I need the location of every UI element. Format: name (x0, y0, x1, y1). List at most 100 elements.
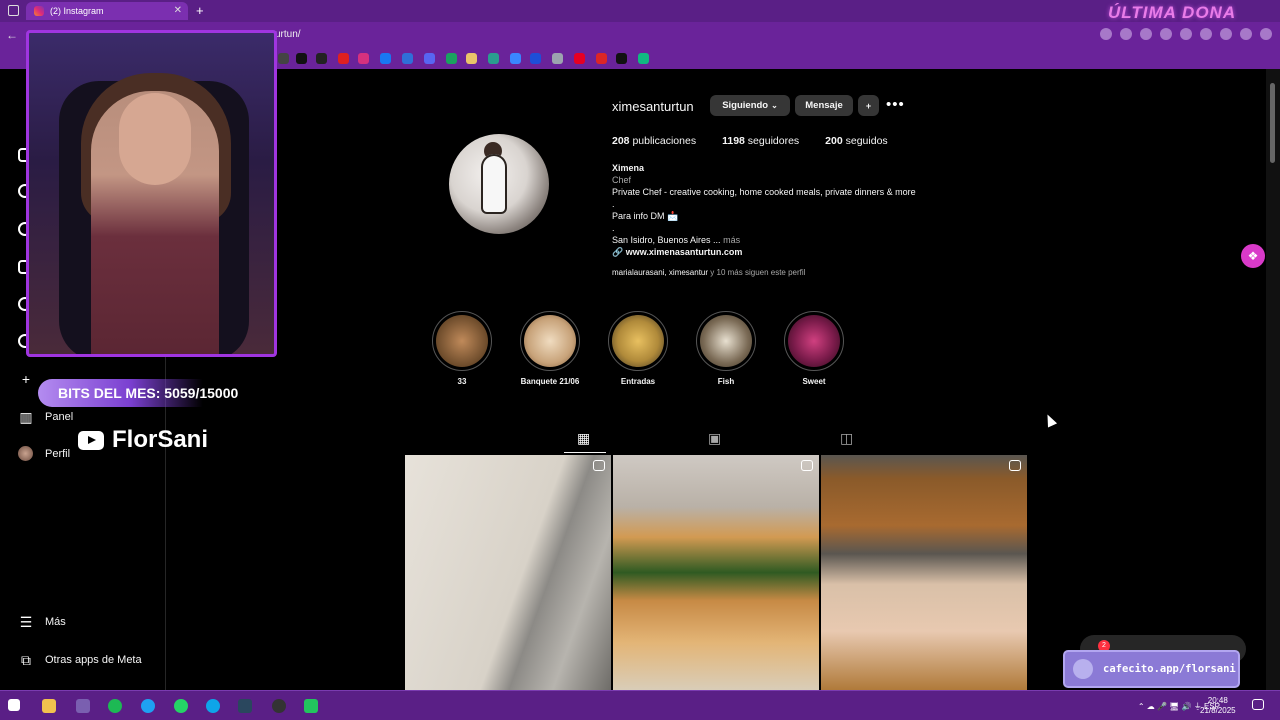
following-button[interactable]: Siguiendo ⌄ (710, 95, 790, 116)
sidebar-item-more[interactable]: ☰ Más (18, 614, 66, 630)
highlight-ring (696, 311, 756, 371)
back-arrow-icon[interactable]: ← (6, 28, 18, 42)
whatsapp-icon[interactable] (174, 699, 188, 713)
story-highlight[interactable]: Banquete 21/06 (520, 311, 580, 386)
sidebar-item-label: Más (45, 616, 66, 628)
reel-icon (1009, 460, 1021, 471)
sidebar-item-profile[interactable]: Perfil (18, 446, 70, 461)
notifications-icon[interactable] (1252, 699, 1264, 710)
bookmark-pinterest-icon[interactable] (574, 53, 585, 64)
bookmark-facebook-icon[interactable] (380, 53, 391, 64)
tab-tagged-icon[interactable]: ◫ (840, 430, 853, 447)
following-count[interactable]: 200 seguidos (825, 135, 887, 147)
browser-tab[interactable]: (2) Instagram ✕ (26, 2, 188, 20)
post-thumbnail[interactable] (405, 455, 611, 690)
bookmark-discord-icon[interactable] (424, 53, 435, 64)
file-explorer-icon[interactable] (42, 699, 56, 713)
bookmark-x-icon[interactable] (316, 53, 327, 64)
bookmark-tiktok-icon[interactable] (296, 53, 307, 64)
bookmark-icon[interactable] (402, 53, 413, 64)
tab-posts-grid-icon[interactable]: ▦ (577, 430, 590, 447)
message-button[interactable]: Mensaje (795, 95, 853, 116)
chevron-up-icon[interactable]: ⌃ (1138, 702, 1145, 711)
scrollbar-thumb[interactable] (1270, 83, 1275, 163)
story-highlight[interactable]: Fish (696, 311, 756, 386)
page-scrollbar[interactable] (1266, 69, 1280, 690)
bookmark-icon[interactable] (552, 53, 563, 64)
bookmark-icon[interactable] (616, 53, 627, 64)
screen: (2) Instagram ✕ + ÚLTIMA DONA ← urtun/ +… (0, 0, 1280, 720)
extension-icon[interactable] (1140, 28, 1152, 40)
profile-category: Chef (612, 175, 632, 185)
steam-icon[interactable] (238, 699, 252, 713)
website-row[interactable]: 🔗 www.ximenasanturtun.com (612, 246, 916, 258)
highlight-label: Banquete 21/06 (520, 377, 580, 386)
profile-avatar-icon[interactable] (1240, 28, 1252, 40)
story-highlight[interactable]: Entradas (608, 311, 668, 386)
bookmark-instagram-icon[interactable] (358, 53, 369, 64)
extensions-puzzle-icon[interactable] (1200, 28, 1212, 40)
spotify-icon[interactable] (108, 699, 122, 713)
bookmark-icon[interactable] (446, 53, 457, 64)
story-highlight[interactable]: Sweet (784, 311, 844, 386)
highlight-image (612, 315, 664, 367)
post-thumbnail[interactable] (613, 455, 819, 690)
posts-count: 208 publicaciones (612, 135, 696, 147)
more-menu-icon[interactable] (1260, 28, 1272, 40)
bio-line: Private Chef - creative cooking, home co… (612, 187, 916, 197)
bookmark-icon[interactable] (638, 53, 649, 64)
bio-more-link[interactable]: más (723, 235, 740, 245)
profile-picture[interactable] (449, 134, 549, 234)
cafecito-url: cafecito.app/florsani (1103, 663, 1236, 675)
bookmark-tiktok-icon[interactable] (278, 53, 289, 64)
address-bar[interactable]: urtun/ (275, 29, 301, 40)
suggest-user-button[interactable]: + (858, 95, 879, 116)
close-tab-icon[interactable]: ✕ (174, 5, 182, 16)
stat-count: 200 (825, 135, 843, 147)
website-link[interactable]: www.ximenasanturtun.com (626, 247, 743, 257)
active-tab-indicator (564, 452, 606, 453)
extension-icon[interactable] (1180, 28, 1192, 40)
tab-reels-icon[interactable]: ▣ (708, 430, 721, 447)
edge-icon[interactable] (206, 699, 220, 713)
stat-count: 1198 (722, 135, 745, 147)
bookmark-youtube-icon[interactable] (338, 53, 349, 64)
sidebar-item-label: Otras apps de Meta (45, 654, 142, 666)
start-windows-icon[interactable] (8, 699, 20, 711)
new-tab-button[interactable]: + (196, 3, 204, 18)
floating-action-icon[interactable]: ❖ (1241, 244, 1265, 268)
obs-icon[interactable] (76, 699, 90, 713)
profile-name: Ximena (612, 163, 645, 173)
more-options-icon[interactable]: ••• (886, 96, 905, 113)
extension-icon[interactable] (1160, 28, 1172, 40)
app-icon[interactable] (304, 699, 318, 713)
bookmark-icon[interactable] (596, 53, 607, 64)
stat-count: 208 (612, 135, 630, 147)
clock-time: 20:48 (1207, 696, 1228, 705)
bookmark-icon[interactable] (510, 53, 521, 64)
profile-stats: 208 publicaciones 1198 seguidores 200 se… (612, 135, 914, 147)
followed-by[interactable]: marialaurasani, ximesantur y 10 más sigu… (612, 268, 805, 277)
taskbar-clock[interactable]: 20:48 21/8/2025 (1200, 696, 1236, 716)
story-highlight[interactable]: 33 (432, 311, 492, 386)
highlight-label: Fish (717, 377, 735, 386)
bookmark-icon[interactable] (466, 53, 477, 64)
sidebar-item-meta-apps[interactable]: ⧉ Otras apps de Meta (18, 652, 142, 668)
stat-label: seguidores (747, 135, 800, 147)
favorite-star-icon[interactable] (1120, 28, 1132, 40)
followed-by-rest: y 10 más siguen este perfil (710, 268, 806, 277)
edge-browser-icon[interactable] (141, 699, 155, 713)
highlight-ring (608, 311, 668, 371)
bookmark-icon[interactable] (488, 53, 499, 64)
app-icon[interactable] (272, 699, 286, 713)
post-thumbnail[interactable] (821, 455, 1027, 690)
window-menu-icon[interactable] (8, 5, 19, 16)
highlight-label: Sweet (802, 377, 826, 386)
followers-count[interactable]: 1198 seguidores (722, 135, 799, 147)
link-icon: 🔗 (612, 247, 624, 257)
bookmark-icon[interactable] (530, 53, 541, 64)
following-button-label: Siguiendo (722, 100, 769, 111)
sidebar-item-panel[interactable]: ▥ Panel (18, 409, 73, 425)
reader-icon[interactable] (1100, 28, 1112, 40)
favorites-icon[interactable] (1220, 28, 1232, 40)
